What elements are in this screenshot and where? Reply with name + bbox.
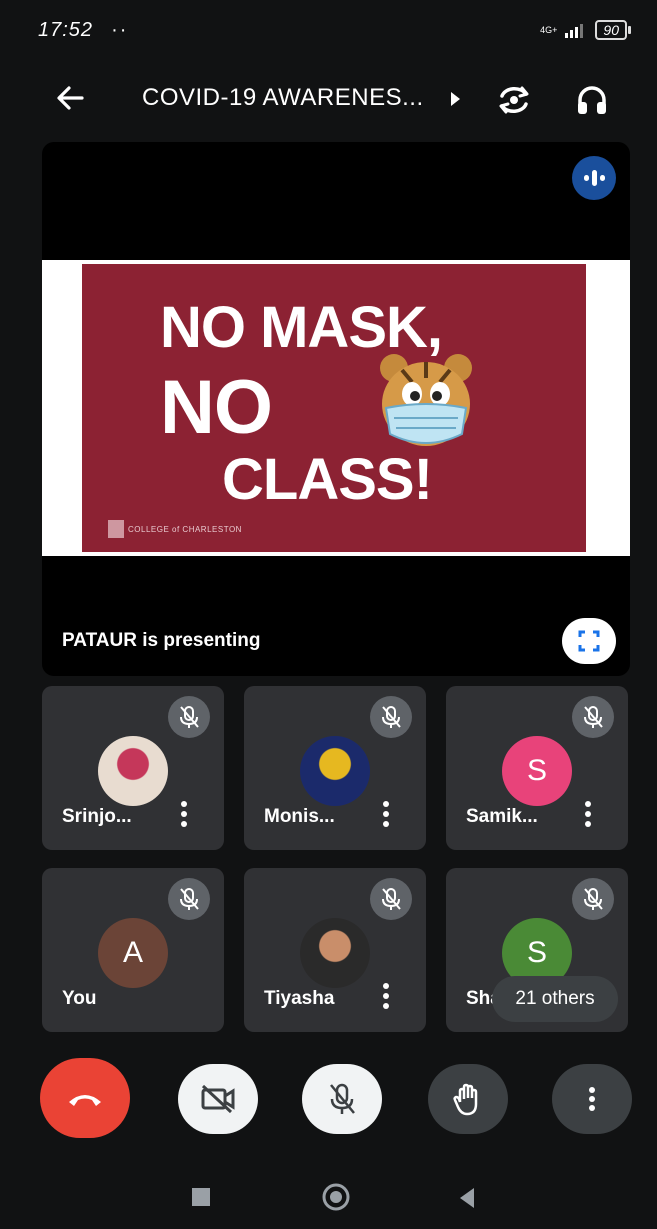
college-logo: COLLEGE of CHARLESTON: [108, 520, 242, 538]
back-arrow-icon[interactable]: [52, 80, 88, 116]
more-vert-icon: [585, 801, 591, 827]
fullscreen-button[interactable]: [562, 618, 616, 664]
hang-up-icon: [69, 1095, 101, 1106]
participant-more-button[interactable]: [584, 800, 592, 828]
slide-container: NO MASK, NO CLASS! COLLEGE of CHARLESTON: [42, 260, 630, 556]
others-count-badge[interactable]: 21 others: [492, 976, 618, 1022]
participant-avatar: [300, 736, 370, 806]
signal-icon: [565, 24, 584, 38]
slide-line-3: CLASS!: [222, 447, 433, 512]
participant-name: You: [62, 988, 97, 1009]
switch-camera-icon[interactable]: [494, 82, 534, 118]
meeting-title[interactable]: COVID-19 AWARENES...: [142, 84, 424, 112]
mic-off-icon: [330, 1083, 355, 1114]
participant-avatar: [98, 736, 168, 806]
speaking-indicator-icon: [572, 156, 616, 200]
mic-muted-badge: [370, 878, 412, 920]
camera-toggle-button[interactable]: [178, 1064, 258, 1134]
back-nav-icon[interactable]: [460, 1188, 474, 1208]
mic-muted-badge: [168, 696, 210, 738]
camera-off-icon: [201, 1084, 235, 1114]
recent-apps-icon[interactable]: [192, 1188, 210, 1206]
participant-avatar: [300, 918, 370, 988]
participant-tile[interactable]: S Samik...: [446, 686, 628, 850]
participant-name: Srinjo...: [62, 806, 132, 827]
mic-muted-badge: [572, 696, 614, 738]
end-call-button[interactable]: [40, 1058, 130, 1138]
mic-muted-badge: [370, 696, 412, 738]
status-dots: ··: [111, 18, 129, 41]
audio-output-icon[interactable]: [574, 82, 610, 118]
battery-indicator: 90: [595, 20, 631, 40]
mic-muted-badge: [572, 878, 614, 920]
status-bar: 17:52 ·· 4G+ 90: [0, 0, 657, 60]
raise-hand-icon: [453, 1083, 478, 1116]
college-crest-icon: [108, 520, 124, 538]
caret-right-icon[interactable]: [448, 90, 462, 108]
presenting-label: PATAUR is presenting: [62, 630, 261, 651]
more-vert-icon: [383, 983, 389, 1009]
mic-off-icon: [584, 706, 603, 728]
college-logo-text: COLLEGE of CHARLESTON: [128, 524, 242, 534]
mic-off-icon: [180, 706, 199, 728]
participant-name: Tiyasha: [264, 988, 335, 1009]
participant-more-button[interactable]: [180, 800, 188, 828]
mic-muted-badge: [168, 878, 210, 920]
mic-off-icon: [180, 888, 199, 910]
mic-off-icon: [584, 888, 603, 910]
network-label: 4G+: [540, 24, 558, 35]
raise-hand-button[interactable]: [428, 1064, 508, 1134]
slide-line-2: NO: [160, 365, 273, 450]
presentation-area[interactable]: NO MASK, NO CLASS! COLLEGE of CHARLESTON…: [42, 142, 630, 676]
presented-slide: NO MASK, NO CLASS! COLLEGE of CHARLESTON: [82, 264, 586, 552]
participant-name: Monis...: [264, 806, 335, 827]
participant-more-button[interactable]: [382, 982, 390, 1010]
participant-more-button[interactable]: [382, 800, 390, 828]
mic-off-icon: [382, 888, 401, 910]
more-vert-icon: [181, 801, 187, 827]
mic-off-icon: [382, 706, 401, 728]
participant-tile[interactable]: Tiyasha: [244, 868, 426, 1032]
masked-mascot-icon: [380, 354, 472, 446]
call-controls: [0, 1056, 657, 1138]
participant-tile[interactable]: A You: [42, 868, 224, 1032]
participant-name: Samik...: [466, 806, 538, 827]
participant-tile[interactable]: Srinjo...: [42, 686, 224, 850]
microphone-toggle-button[interactable]: [302, 1064, 382, 1134]
participant-tile[interactable]: Monis...: [244, 686, 426, 850]
fullscreen-icon: [578, 630, 600, 652]
participant-avatar: A: [98, 918, 168, 988]
system-navigation-bar: [192, 1183, 474, 1211]
more-vert-icon: [589, 1087, 595, 1111]
more-options-button[interactable]: [552, 1064, 632, 1134]
status-time: 17:52: [38, 18, 94, 41]
meeting-header: COVID-19 AWARENES...: [0, 70, 657, 126]
more-vert-icon: [383, 801, 389, 827]
participant-avatar: S: [502, 736, 572, 806]
